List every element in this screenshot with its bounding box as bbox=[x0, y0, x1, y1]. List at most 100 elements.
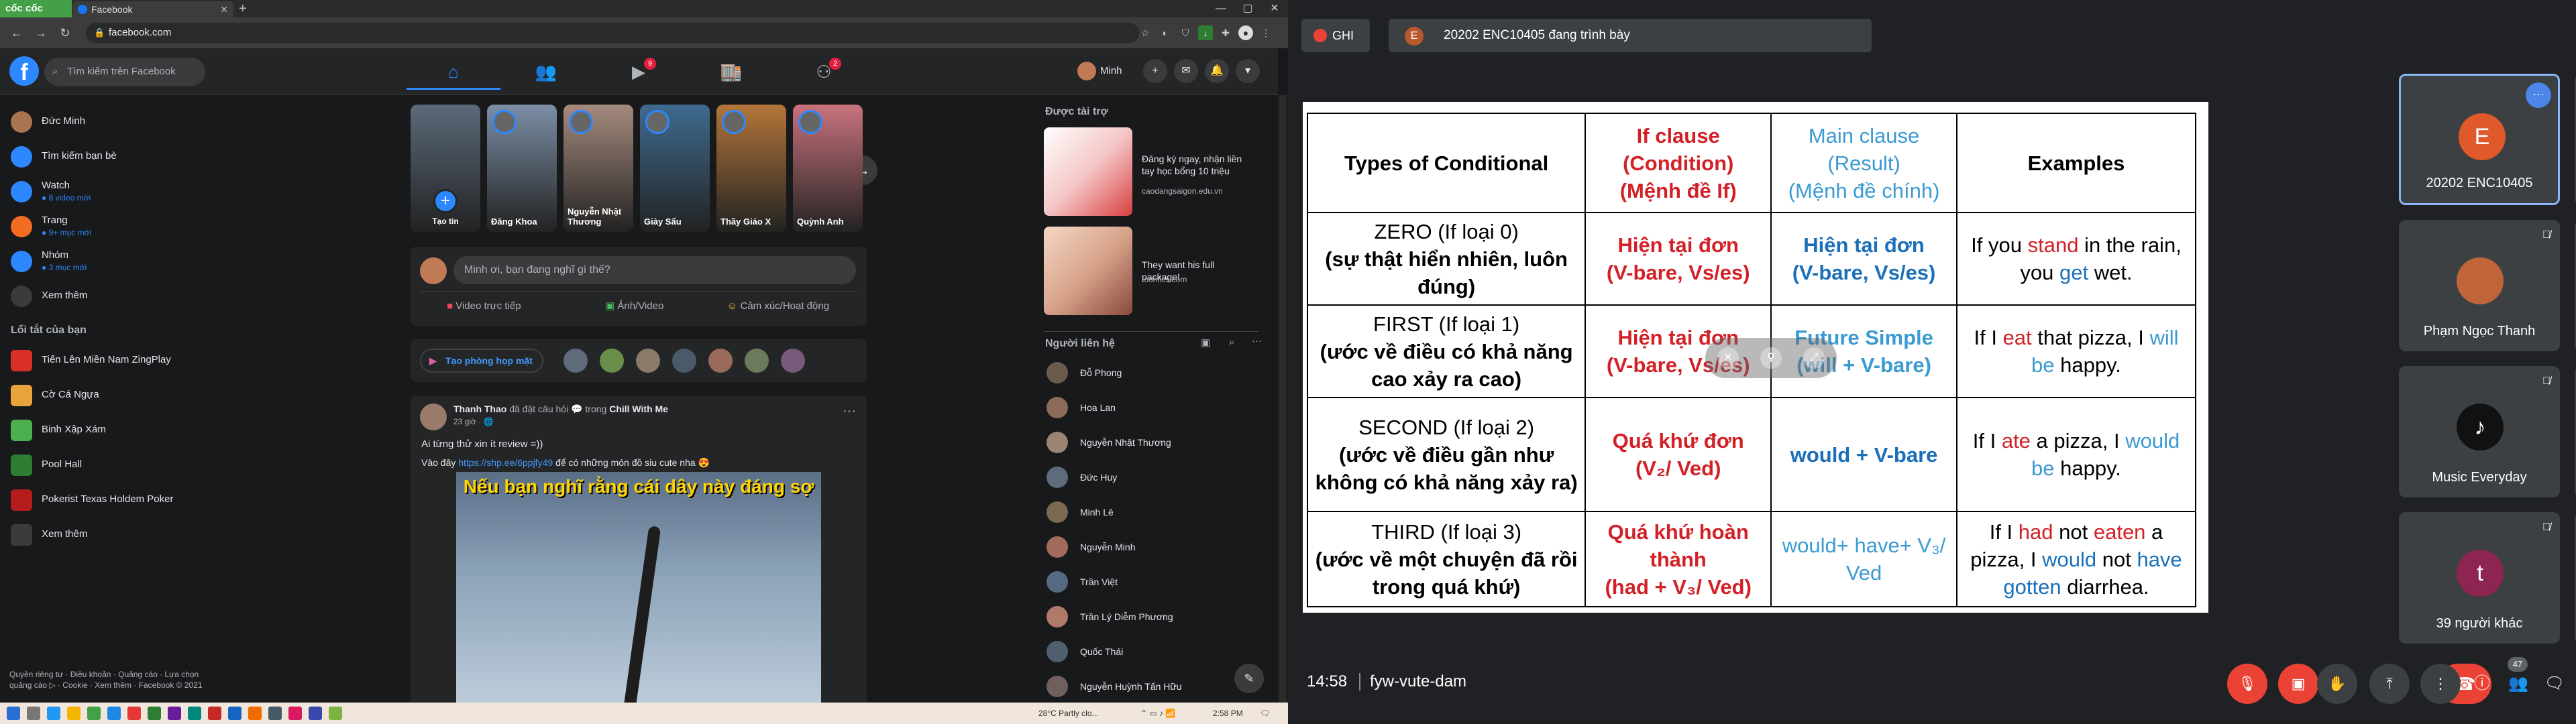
extensions-icon[interactable]: ✚ bbox=[1218, 25, 1233, 40]
app-icon[interactable] bbox=[248, 707, 262, 720]
contact-item[interactable]: Nguyễn Nhật Thương bbox=[1046, 428, 1171, 457]
meeting-code[interactable]: fyw-vute-dam bbox=[1370, 672, 1466, 691]
new-message-icon[interactable]: ✎ bbox=[1234, 664, 1264, 693]
raise-hand-button[interactable]: ✋ bbox=[2317, 664, 2357, 704]
pin-icon[interactable]: ⚲ bbox=[1760, 347, 1782, 369]
close-tab-icon[interactable]: ✕ bbox=[220, 1, 228, 17]
app-icon[interactable] bbox=[268, 707, 282, 720]
start-icon[interactable] bbox=[7, 707, 20, 720]
tray-icons[interactable]: ⌃ ▭ ♪ 📶 bbox=[1140, 703, 1175, 724]
app-icon[interactable] bbox=[188, 707, 201, 720]
browser-brand[interactable]: cốc cốc bbox=[0, 0, 72, 17]
search-input[interactable]: ⌕ Tìm kiếm trên Facebook bbox=[44, 58, 205, 86]
story-card[interactable]: Nguyễn Nhật Thương bbox=[564, 105, 633, 232]
coccoc-icon[interactable] bbox=[87, 707, 101, 720]
info-icon[interactable]: ⓘ bbox=[2466, 668, 2498, 700]
post-link[interactable]: https://shp.ee/6ppjfy49 bbox=[458, 457, 553, 468]
participant-tile[interactable]: E 20202 ENC10405 ··· bbox=[2399, 74, 2560, 205]
story-card[interactable]: Quỳnh Anh bbox=[793, 105, 863, 232]
footer-links[interactable]: Quyền riêng tư · Điều khoản · Quảng cáo … bbox=[9, 669, 211, 690]
ad-item[interactable]: They want his full package! toomics.com bbox=[1044, 227, 1245, 320]
profile-button[interactable]: Minh bbox=[1076, 59, 1122, 83]
room-friend-avatar[interactable] bbox=[708, 349, 733, 373]
app-icon[interactable] bbox=[309, 707, 322, 720]
messenger-icon[interactable]: ✉ bbox=[1174, 59, 1198, 83]
post-image[interactable]: Nếu bạn nghĩ rằng cái dây này đáng sợ bbox=[456, 472, 821, 711]
app-icon[interactable] bbox=[228, 707, 241, 720]
contact-item[interactable]: Đức Huy bbox=[1046, 463, 1117, 492]
photo-video-button[interactable]: ▣ Ảnh/Video bbox=[605, 294, 663, 319]
nav-watch-icon[interactable]: ▶ 9 bbox=[592, 54, 686, 90]
app-icon[interactable] bbox=[168, 707, 181, 720]
scrollbar[interactable] bbox=[1279, 95, 1287, 703]
forward-icon[interactable]: → bbox=[32, 24, 50, 42]
edge-icon[interactable] bbox=[47, 707, 60, 720]
close-window-icon[interactable]: ✕ bbox=[1261, 0, 1288, 17]
minimize-icon[interactable]: — bbox=[1208, 0, 1234, 17]
people-icon[interactable]: 👥 bbox=[2502, 668, 2534, 700]
participant-tile[interactable]: ♪ Music Everyday 🎙̸ bbox=[2399, 366, 2560, 497]
back-icon[interactable]: ← bbox=[8, 24, 25, 42]
participant-tile[interactable]: t 39 người khác 🎙̸ bbox=[2399, 512, 2560, 644]
contact-item[interactable]: Trần Việt bbox=[1046, 567, 1118, 597]
download-icon[interactable]: ↓ bbox=[1198, 25, 1213, 40]
create-room-button[interactable]: ▶ Tạo phòng họp mặt bbox=[420, 349, 543, 373]
notifications-icon[interactable]: 🔔 bbox=[1205, 59, 1229, 83]
recording-indicator[interactable]: GHI bbox=[1301, 19, 1370, 52]
contact-item[interactable]: Quốc Thái bbox=[1046, 637, 1123, 666]
chat-icon[interactable]: 🗨 bbox=[2538, 668, 2571, 700]
excel-icon[interactable] bbox=[148, 707, 161, 720]
contact-item[interactable]: Nguyễn Minh bbox=[1046, 532, 1136, 562]
powerpoint-icon[interactable] bbox=[127, 707, 141, 720]
star-icon[interactable]: ☆ bbox=[1138, 25, 1152, 40]
contacts-more-icon[interactable]: ··· bbox=[1252, 335, 1262, 347]
video-call-icon[interactable]: ▣ bbox=[1201, 337, 1210, 349]
app-icon[interactable] bbox=[288, 707, 302, 720]
room-friend-avatar[interactable] bbox=[636, 349, 660, 373]
nav-friends-icon[interactable]: 👥 bbox=[499, 54, 593, 90]
story-card[interactable]: Thầy Giáo X bbox=[716, 105, 786, 232]
mic-off-icon[interactable]: ✕ bbox=[1717, 347, 1739, 369]
profile-icon[interactable]: ● bbox=[1238, 25, 1253, 40]
story-card[interactable]: Đăng Khoa bbox=[487, 105, 557, 232]
reload-icon[interactable]: ↻ bbox=[56, 24, 74, 42]
contact-item[interactable]: Nguyễn Huỳnh Tấn Hữu bbox=[1046, 672, 1182, 701]
nav-marketplace-icon[interactable]: 🏬 bbox=[684, 54, 778, 90]
browser-menu-icon[interactable]: ⋮ bbox=[1258, 25, 1273, 40]
new-tab-icon[interactable]: + bbox=[239, 0, 247, 17]
create-story-card[interactable]: + Tạo tin bbox=[411, 105, 480, 232]
maximize-icon[interactable]: ▢ bbox=[1234, 0, 1261, 17]
live-video-button[interactable]: ■ Video trực tiếp bbox=[447, 294, 521, 319]
post-time[interactable]: 23 giờ · 🌐 bbox=[453, 417, 494, 426]
room-friend-avatar[interactable] bbox=[672, 349, 696, 373]
contact-item[interactable]: Hoa Lan bbox=[1046, 393, 1116, 422]
contact-item[interactable]: Trần Lý Diễm Phương bbox=[1046, 602, 1173, 631]
nav-home-icon[interactable]: ⌂ bbox=[407, 54, 500, 90]
room-friend-avatar[interactable] bbox=[600, 349, 624, 373]
dark-mode-icon[interactable]: ◐ bbox=[1158, 25, 1173, 40]
room-friend-avatar[interactable] bbox=[564, 349, 588, 373]
weather-widget[interactable]: 28°C Partly clo... bbox=[1038, 703, 1099, 724]
folder-icon[interactable] bbox=[67, 707, 80, 720]
app-icon[interactable] bbox=[329, 707, 342, 720]
present-button[interactable]: ⤒ bbox=[2369, 664, 2410, 704]
camera-off-button[interactable]: ▣ bbox=[2278, 664, 2318, 704]
facebook-logo-icon[interactable]: f bbox=[9, 56, 39, 86]
create-icon[interactable]: + bbox=[1143, 59, 1167, 83]
expand-icon[interactable]: ⤢ bbox=[1803, 347, 1825, 369]
account-menu-icon[interactable]: ▾ bbox=[1236, 59, 1260, 83]
mic-off-button[interactable]: 🎙 bbox=[2227, 664, 2267, 704]
avatar[interactable] bbox=[420, 404, 447, 430]
shield-icon[interactable]: ⛉ bbox=[1178, 25, 1193, 40]
more-options-button[interactable]: ⋮ bbox=[2420, 664, 2461, 704]
contact-item[interactable]: Minh Lê bbox=[1046, 497, 1114, 527]
clock[interactable]: 2:58 PM bbox=[1213, 703, 1243, 724]
post-more-icon[interactable]: ··· bbox=[843, 404, 856, 419]
app-icon[interactable] bbox=[208, 707, 221, 720]
story-card[interactable]: Giày Sấu bbox=[640, 105, 710, 232]
room-friend-avatar[interactable] bbox=[745, 349, 769, 373]
search-icon[interactable] bbox=[27, 707, 40, 720]
word-icon[interactable] bbox=[107, 707, 121, 720]
more-icon[interactable]: ··· bbox=[2526, 82, 2551, 108]
notification-center-icon[interactable]: 🗨 bbox=[1260, 703, 1270, 724]
